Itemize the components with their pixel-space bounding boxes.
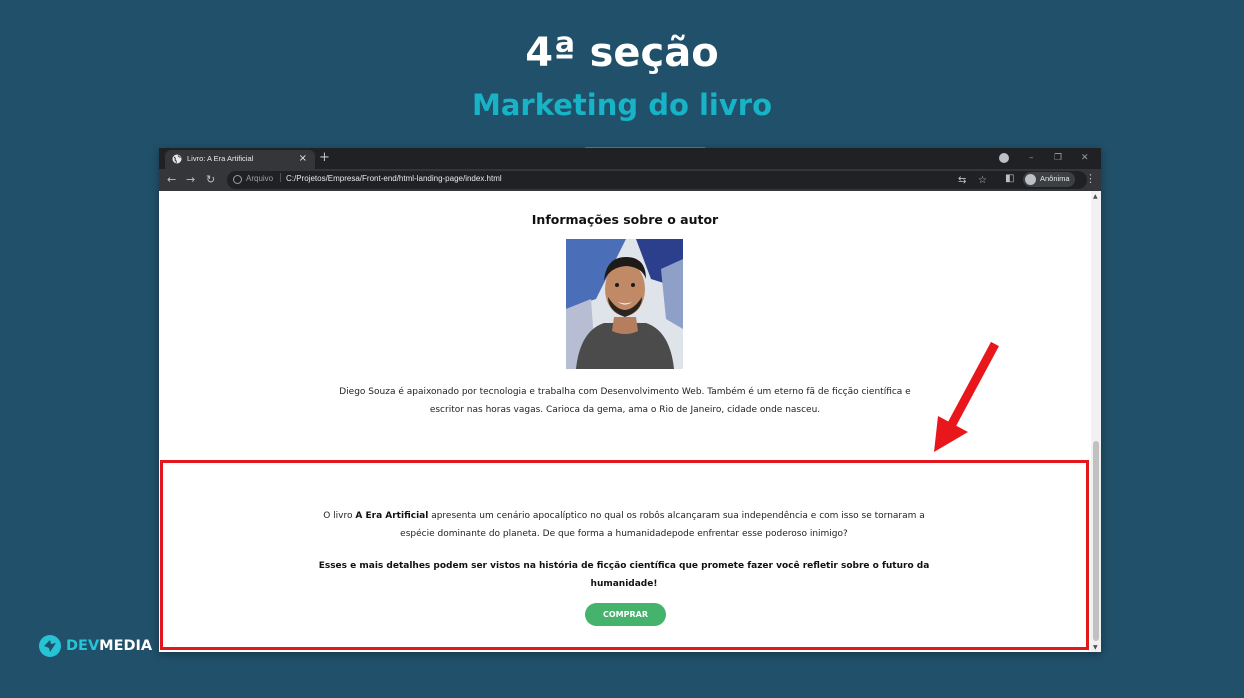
address-url[interactable]: C:/Projetos/Empresa/Front-end/html-landi…: [286, 174, 502, 183]
intro-suffix: apresenta um cenário apocalíptico no qua…: [400, 511, 925, 539]
tab-close-button[interactable]: ×: [299, 152, 307, 166]
scroll-down-icon[interactable]: ▼: [1093, 644, 1098, 651]
slide-title: 4ª seção: [525, 30, 719, 76]
tab-title: Livro: A Era Artificial: [187, 154, 254, 163]
author-bio: Diego Souza é apaixonado por tecnologia …: [339, 387, 911, 415]
slide-subtitle: Marketing do livro: [472, 88, 772, 122]
translate-icon[interactable]: ⇆: [958, 174, 966, 188]
more-vert-icon[interactable]: ⋮: [1085, 172, 1096, 186]
tab-bar: Livro: A Era Artificial × + – ❐ ✕: [159, 148, 1101, 169]
bookmark-star-icon[interactable]: ☆: [978, 174, 987, 188]
side-panel-icon[interactable]: ◧: [1005, 172, 1014, 186]
browser-tab[interactable]: Livro: A Era Artificial ×: [165, 150, 315, 169]
back-arrow-icon[interactable]: ←: [167, 172, 176, 188]
profile-button[interactable]: Anônima: [1023, 172, 1075, 187]
address-separator: |: [279, 173, 283, 183]
browser-toolbar: ← → ↻ Arquivo | C:/Projetos/Empresa/Fron…: [159, 169, 1101, 191]
new-tab-button[interactable]: +: [319, 150, 330, 166]
avatar: [1025, 174, 1036, 185]
reload-icon[interactable]: ↻: [206, 172, 215, 188]
buy-button[interactable]: COMPRAR: [585, 603, 666, 626]
minimize-icon[interactable]: –: [1029, 151, 1034, 165]
restore-icon[interactable]: ❐: [1054, 151, 1062, 165]
address-bar[interactable]: Arquivo | C:/Projetos/Empresa/Front-end/…: [227, 171, 1087, 189]
author-photo: [566, 239, 683, 369]
globe-icon: [172, 154, 182, 164]
annotation-arrow-icon: [934, 341, 999, 452]
book-title: A Era Artificial: [355, 511, 429, 521]
info-icon[interactable]: [233, 175, 242, 184]
logo-media: MEDIA: [99, 638, 153, 654]
marketing-section: O livro A Era Artificial apresenta um ce…: [160, 460, 1089, 650]
logo-text: DEVMEDIA: [66, 638, 152, 654]
logo-dev: DEV: [66, 638, 100, 654]
forward-arrow-icon[interactable]: →: [186, 172, 195, 188]
author-heading: Informações sobre o autor: [531, 212, 719, 227]
address-prefix: Arquivo: [246, 174, 274, 183]
close-window-icon[interactable]: ✕: [1081, 151, 1089, 165]
marketing-highlight: Esses e mais detalhes podem ser vistos n…: [318, 561, 930, 589]
vertical-scrollbar[interactable]: ▲ ▼: [1091, 191, 1101, 652]
devmedia-logo-icon: [39, 635, 61, 657]
marketing-intro: O livro A Era Artificial apresenta um ce…: [318, 507, 930, 543]
extension-icon[interactable]: [999, 153, 1009, 163]
scroll-up-icon[interactable]: ▲: [1093, 193, 1098, 200]
scroll-thumb[interactable]: [1093, 441, 1099, 641]
profile-label: Anônima: [1040, 174, 1070, 183]
intro-prefix: O livro: [323, 511, 356, 521]
